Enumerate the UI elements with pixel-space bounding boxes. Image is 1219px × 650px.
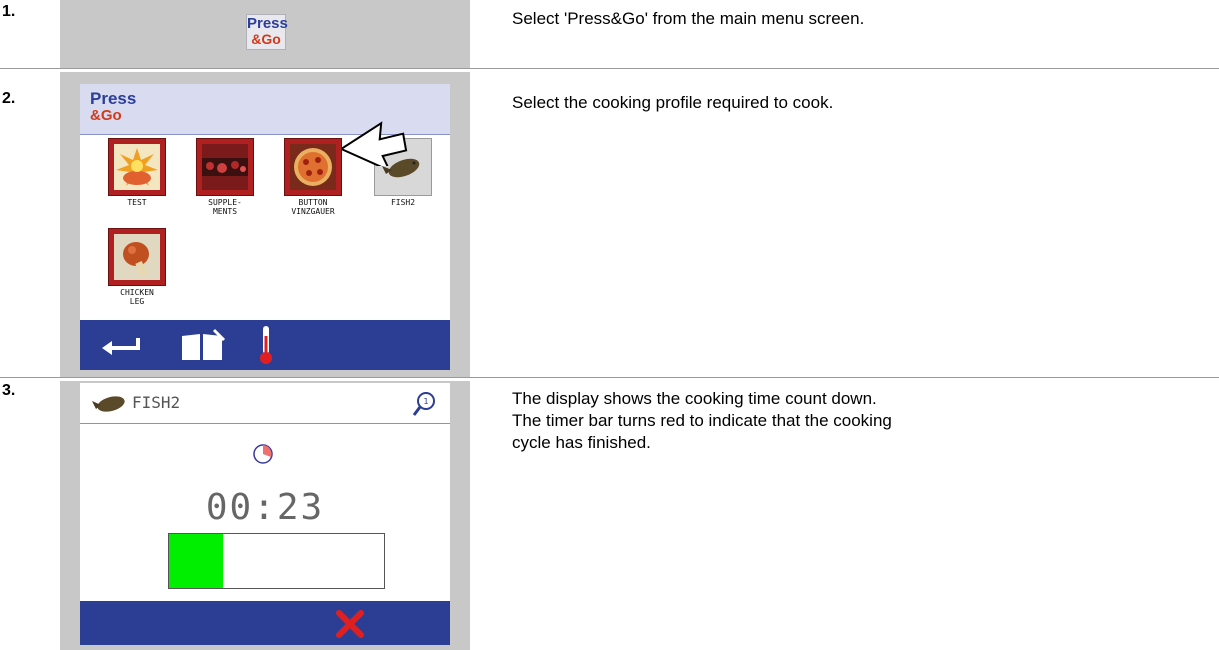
profile-label: FISH2 xyxy=(390,198,416,207)
recipe-book-icon[interactable] xyxy=(178,328,228,362)
clock-icon xyxy=(253,444,273,464)
step-3-image-cell: FISH2 1 00:23 xyxy=(60,381,470,650)
cancel-x-icon[interactable] xyxy=(335,609,365,639)
timer-bottom-bar xyxy=(80,601,450,645)
timer-progress-fill xyxy=(169,534,223,588)
step-3-description-line-2: The timer bar turns red to indicate that… xyxy=(512,411,892,452)
countdown-time: 00:23 xyxy=(205,487,325,528)
row-divider xyxy=(0,68,1219,69)
supplements-icon xyxy=(202,144,248,190)
chicken-leg-icon xyxy=(114,234,160,280)
step-3-description: The display shows the cooking time count… xyxy=(512,388,932,454)
cooking-timer-screen: FISH2 1 00:23 xyxy=(80,383,450,645)
explosion-food-icon xyxy=(114,144,160,190)
pizza-icon xyxy=(290,144,336,190)
profile-tile-chicken-leg[interactable] xyxy=(108,228,166,286)
back-arrow-icon[interactable] xyxy=(100,334,140,356)
profile-label: SUPPLE- MENTS xyxy=(208,198,242,216)
press-and-go-menu-screen: Press &Go TEST SUPPLE- MENTS BUTTON VINZ… xyxy=(80,84,450,370)
step-number: 1. xyxy=(2,3,16,20)
svg-text:1: 1 xyxy=(423,397,428,406)
profile-tile-supplements[interactable] xyxy=(196,138,254,196)
profile-label: CHICKEN LEG xyxy=(120,288,154,306)
header-go-text: &Go xyxy=(90,107,122,124)
profile-label: TEST xyxy=(127,198,147,207)
timer-title: FISH2 xyxy=(132,393,181,412)
step-1-image-cell: Press &Go xyxy=(60,0,470,68)
step-number: 2. xyxy=(2,90,16,107)
step-3-description-line-1: The display shows the cooking time count… xyxy=(512,389,877,408)
profile-tile-button-vinzgauer[interactable] xyxy=(284,138,342,196)
timer-progress-bar xyxy=(168,533,385,589)
magnifier-icon[interactable]: 1 xyxy=(412,391,436,417)
step-1-description: Select 'Press&Go' from the main menu scr… xyxy=(512,9,865,28)
menu-header-logo: Press &Go xyxy=(90,90,136,124)
press-and-go-logo-button[interactable]: Press &Go xyxy=(246,14,288,50)
step-2-image-cell: Press &Go TEST SUPPLE- MENTS BUTTON VINZ… xyxy=(60,72,470,377)
timer-header: FISH2 1 xyxy=(80,383,450,424)
step-2-description: Select the cooking profile required to c… xyxy=(512,93,834,112)
thermometer-icon[interactable] xyxy=(258,324,274,366)
fish-icon xyxy=(92,396,125,412)
profile-tile-test[interactable] xyxy=(108,138,166,196)
step-number: 3. xyxy=(2,382,16,399)
menu-bottom-bar xyxy=(80,320,450,370)
header-press-text: Press xyxy=(90,89,137,108)
logo-press-text: Press xyxy=(247,15,288,32)
pointer-arrow-icon xyxy=(342,121,408,166)
profile-label: BUTTON VINZGAUER xyxy=(291,198,335,216)
row-divider xyxy=(0,377,1219,378)
logo-go-text: &Go xyxy=(251,31,281,47)
